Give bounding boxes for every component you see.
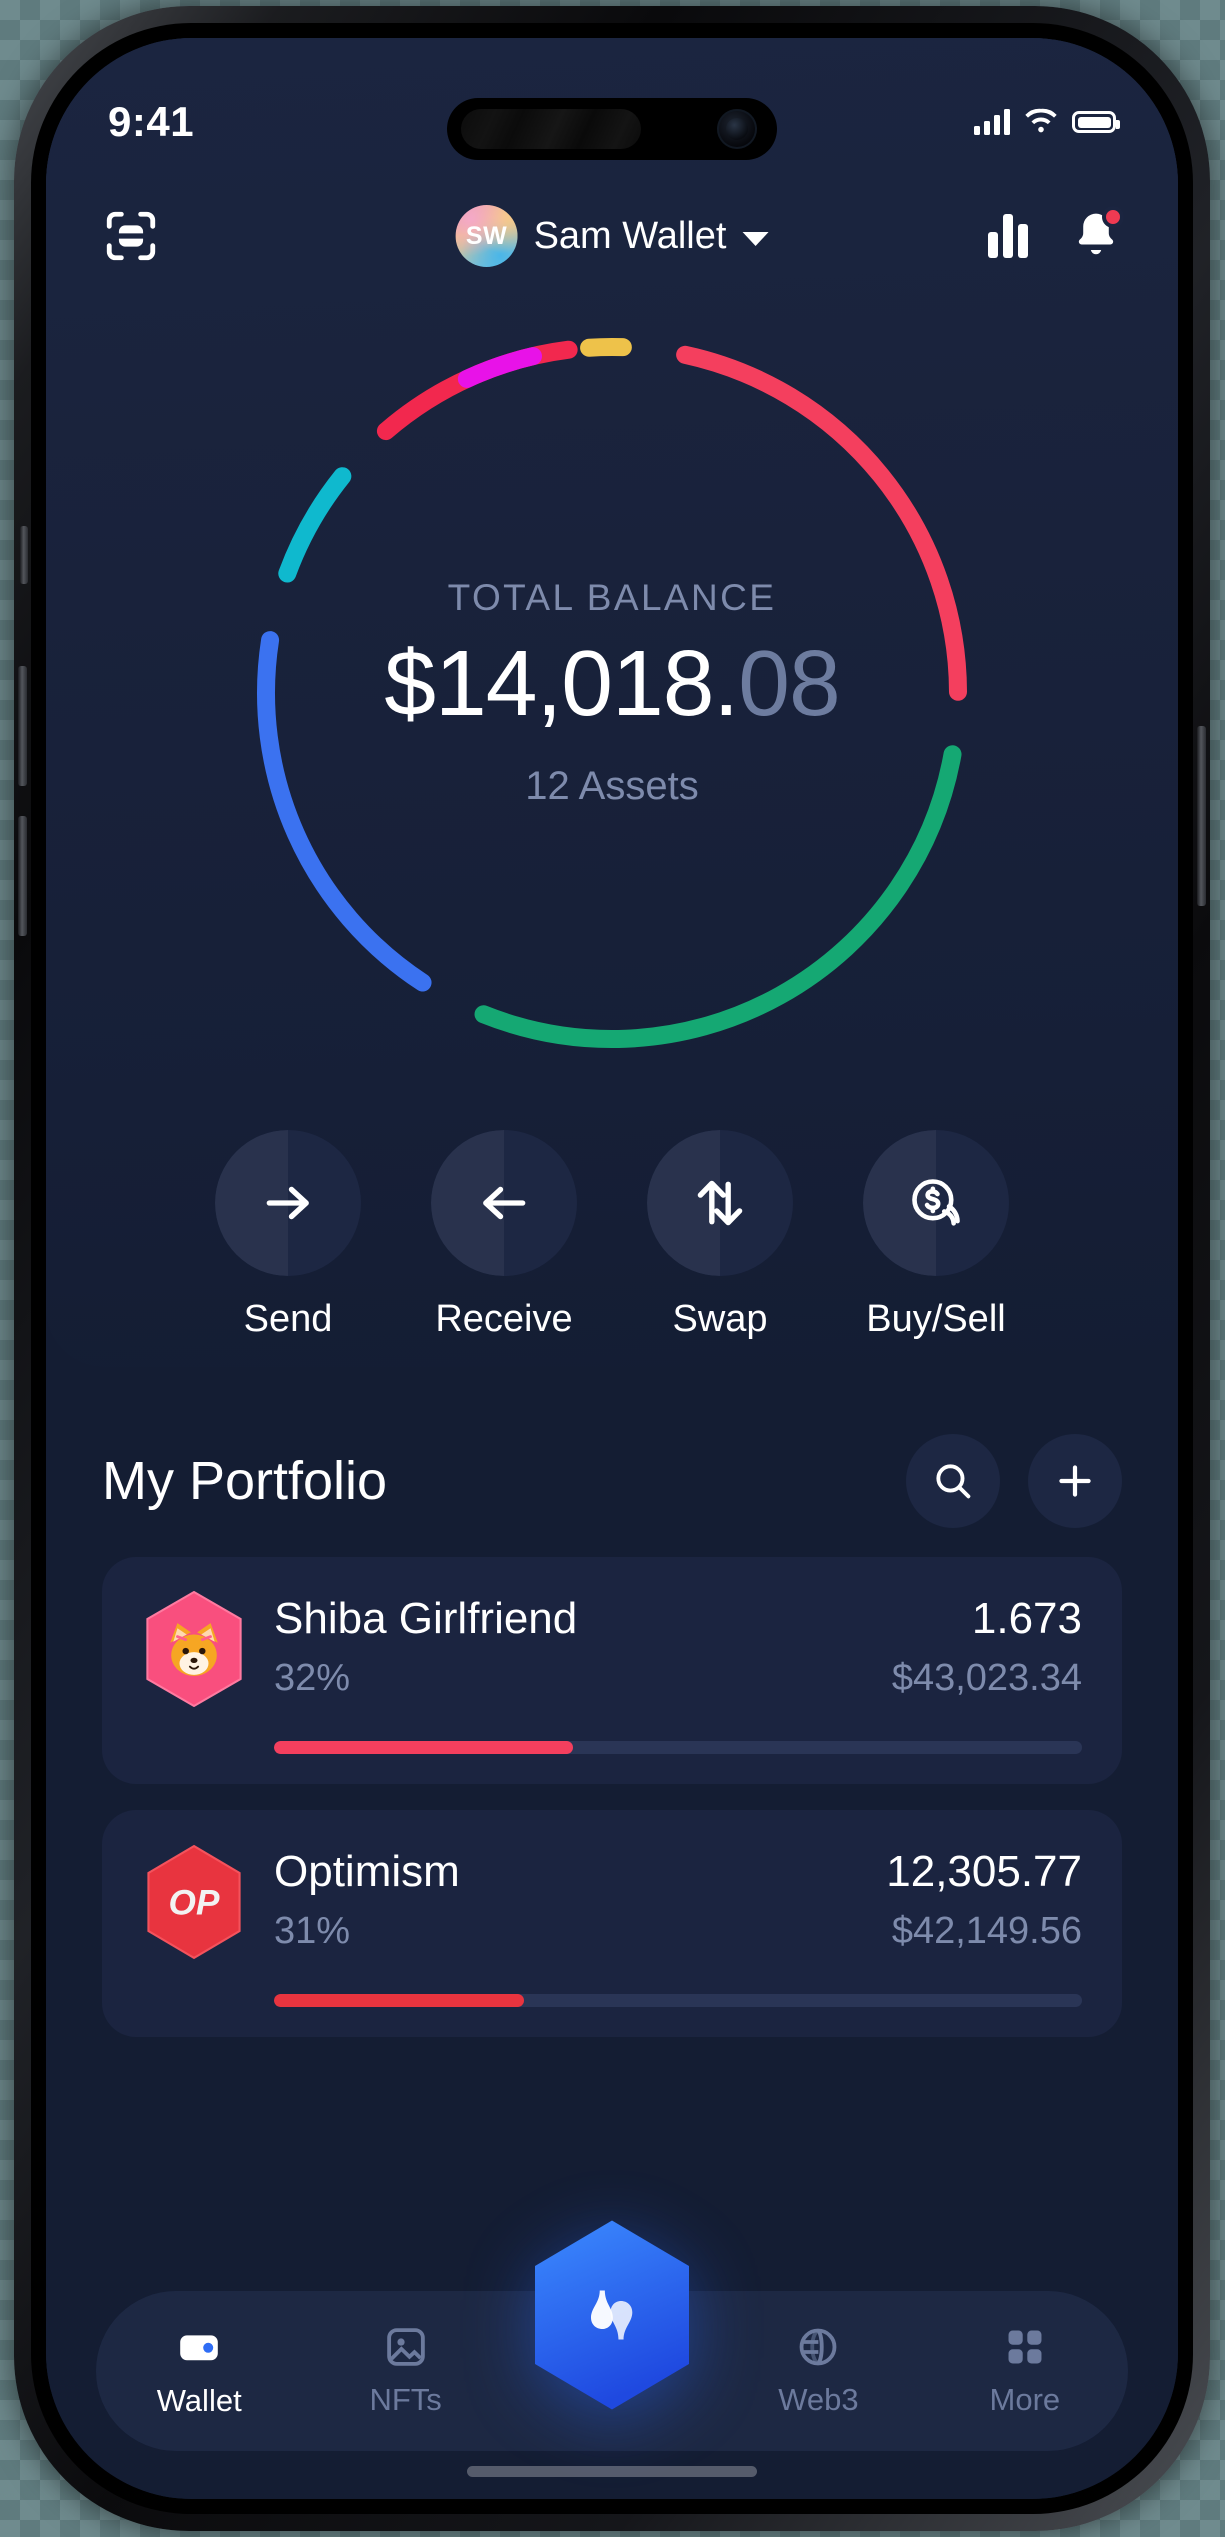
tab-nfts[interactable]: NFTs [302,2291,508,2451]
globe-icon [800,2328,837,2366]
asset-allocation-bar-fill [274,1994,525,2007]
avatar: SW [455,205,518,267]
balance-whole: $14,018. [384,631,739,735]
portfolio-tools [906,1434,1122,1528]
list-item[interactable]: Shiba Girlfriend 32% 1.673 $43,023.34 [102,1557,1122,1784]
bell-notification-icon[interactable] [1070,206,1124,264]
asset-allocation-bar [274,1994,1082,2007]
tab-wallet-label: Wallet [156,2383,242,2418]
tab-web3-label: Web3 [778,2382,859,2417]
send-button[interactable] [215,1130,361,1276]
wifi-icon [1025,108,1057,133]
phone-bezel: SW Sam Wallet TOTAL BALANCE $14,018.08 1… [31,23,1193,2514]
plus-icon [1059,1465,1091,1497]
chevron-down-icon [742,231,769,246]
battery-full-icon [1072,111,1120,133]
action-send-label: Send [243,1298,333,1340]
list-item[interactable]: OP Optimism 31% 12,305.77 $42,149.56 [102,1810,1122,2037]
buy-sell-button[interactable] [863,1130,1009,1276]
power-button[interactable] [1197,726,1206,906]
action-receive-label: Receive [435,1298,573,1340]
notification-badge-dot [1102,206,1124,228]
swap-button[interactable] [647,1130,793,1276]
balance-center-block: TOTAL BALANCE $14,018.08 12 Assets [217,298,1007,1088]
quick-actions-row: Send Receive Swap Buy/Sell [46,1130,1178,1341]
tab-web3[interactable]: Web3 [715,2291,921,2451]
dollar-coin-icon [912,1179,960,1226]
action-buy-sell[interactable]: Buy/Sell [862,1130,1010,1341]
app-header: SW Sam Wallet [46,188,1178,284]
cellular-signal-icon [974,109,1010,135]
assets-count-label: 12 Assets [525,764,699,808]
receive-button[interactable] [431,1130,577,1276]
add-asset-button[interactable] [1028,1434,1122,1528]
balance-cents: 08 [738,631,840,735]
action-receive[interactable]: Receive [430,1130,578,1341]
hero-panel: SW Sam Wallet TOTAL BALANCE $14,018.08 1… [46,38,1178,1367]
wallet-name-label: Sam Wallet [533,214,727,257]
optimism-logo: OP [147,1844,241,1960]
asset-fiat-value: $42,149.56 [891,1910,1082,1953]
home-indicator[interactable] [467,2466,757,2477]
front-camera [717,109,757,149]
avatar-initials: SW [465,221,508,250]
action-buy-sell-label: Buy/Sell [866,1298,1006,1340]
earpiece-speaker [461,109,641,149]
asset-percent: 32% [274,1657,351,1700]
bar-chart-icon[interactable] [988,214,1028,258]
grid-squares-icon [1008,2330,1042,2364]
arrow-left-icon [483,1186,526,1220]
portfolio-section: My Portfolio Shiba Girlfriend 32% 1.673 … [46,1427,1178,2037]
asset-allocation-bar [274,1741,1082,1754]
page-title: My Portfolio [102,1451,388,1511]
asset-name: Optimism [274,1847,460,1896]
search-button[interactable] [906,1434,1000,1528]
tab-more-label: More [989,2382,1061,2417]
action-swap[interactable]: Swap [646,1130,794,1341]
status-clock: 9:41 [108,98,195,145]
qr-scan-icon[interactable] [102,207,160,265]
total-balance-label: TOTAL BALANCE [447,577,777,618]
status-system-icons [974,108,1120,136]
portfolio-header: My Portfolio [102,1427,1122,1535]
wallet-icon [180,2335,219,2361]
header-actions [988,206,1124,264]
phone-device-frame: SW Sam Wallet TOTAL BALANCE $14,018.08 1… [14,6,1210,2531]
tab-wallet[interactable]: Wallet [96,2291,302,2451]
image-frame-icon [386,2328,425,2366]
arrow-right-icon [266,1186,309,1220]
wallet-selector[interactable]: SW Sam Wallet [455,205,769,267]
asset-percent: 31% [274,1910,351,1953]
asset-name: Shiba Girlfriend [274,1594,578,1643]
asset-allocation-bar-fill [274,1741,573,1754]
shiba-girlfriend-logo [146,1591,242,1707]
asset-fiat-value: $43,023.34 [891,1657,1082,1700]
swap-vertical-arrows-icon [697,1180,743,1226]
screenshot-canvas: SW Sam Wallet TOTAL BALANCE $14,018.08 1… [0,0,1225,2537]
svg-text:OP: OP [169,1883,220,1922]
phone-screen: SW Sam Wallet TOTAL BALANCE $14,018.08 1… [46,38,1178,2499]
tab-nfts-label: NFTs [369,2382,442,2417]
asset-list: Shiba Girlfriend 32% 1.673 $43,023.34 OP… [102,1557,1122,2037]
infinity-wallet-hex-icon[interactable] [523,2217,701,2413]
action-send[interactable]: Send [214,1130,362,1341]
balance-donut-chart: TOTAL BALANCE $14,018.08 12 Assets [217,298,1007,1088]
action-swap-label: Swap [672,1298,768,1340]
asset-quantity: 1.673 [971,1594,1082,1643]
volume-down-button[interactable] [18,816,27,936]
dynamic-island [447,98,777,160]
wallet-app: SW Sam Wallet TOTAL BALANCE $14,018.08 1… [46,38,1178,2499]
asset-quantity: 12,305.77 [886,1847,1082,1896]
tab-more[interactable]: More [922,2291,1128,2451]
search-icon [936,1464,971,1499]
mute-switch[interactable] [20,526,28,584]
volume-up-button[interactable] [18,666,27,786]
total-balance-amount: $14,018.08 [384,637,840,730]
